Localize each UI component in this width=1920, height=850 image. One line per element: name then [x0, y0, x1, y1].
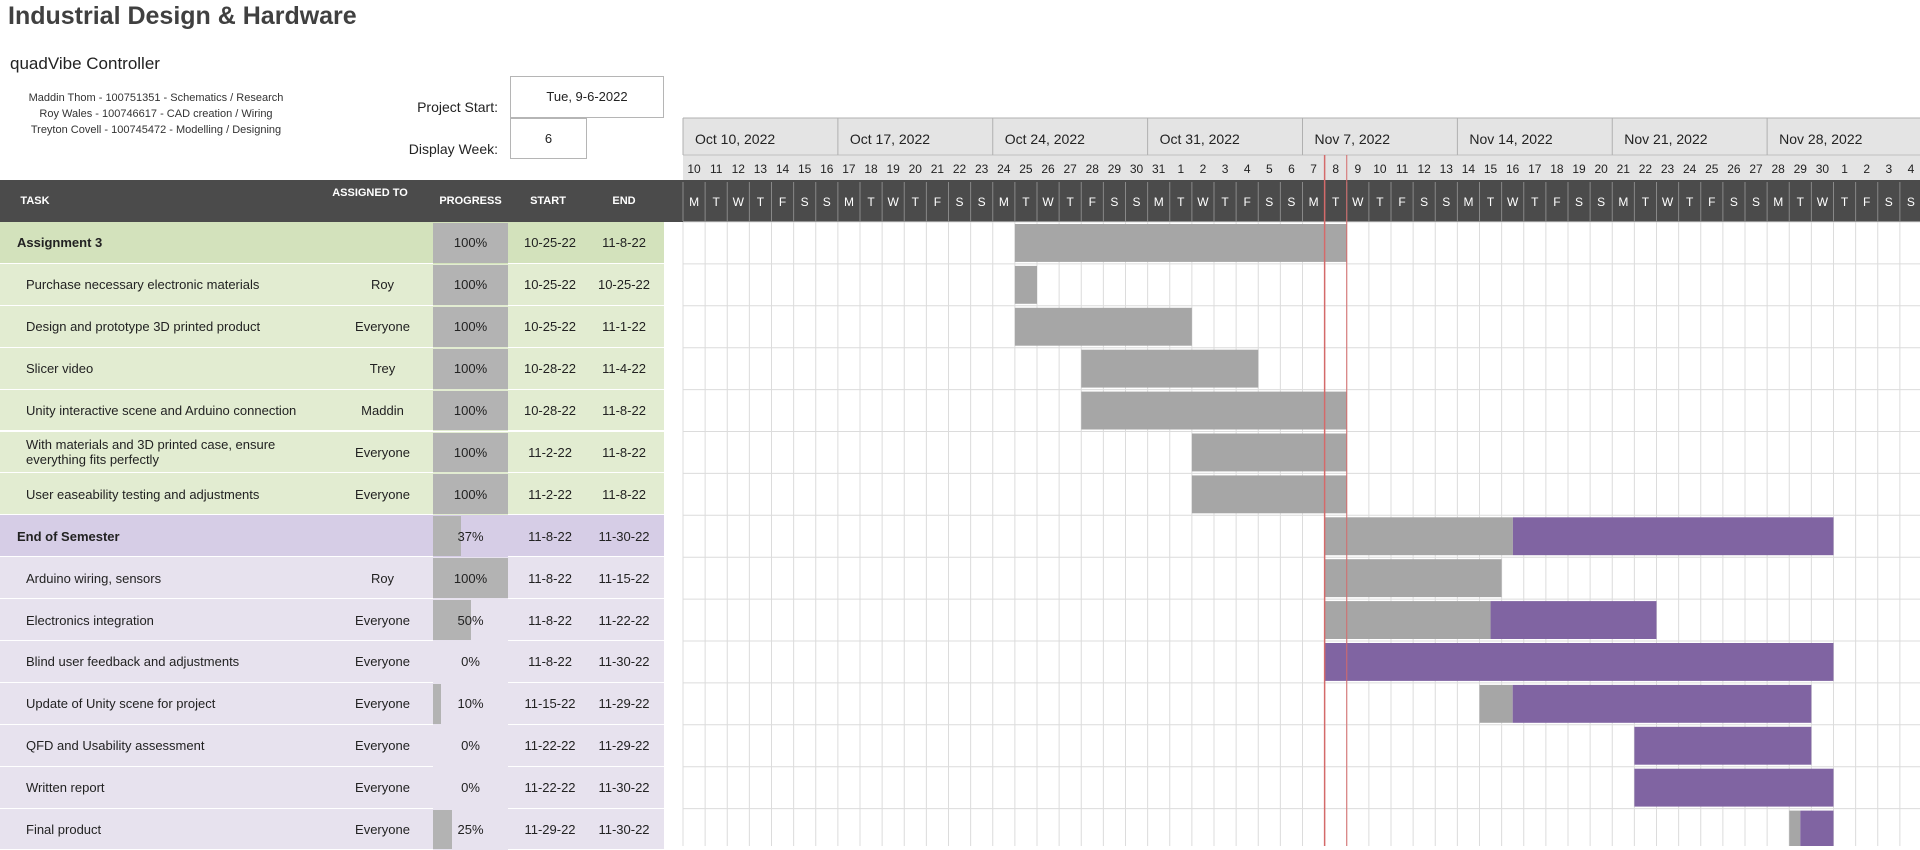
day-number: 20 — [909, 162, 923, 176]
day-number: 15 — [1484, 162, 1498, 176]
day-number: 13 — [1440, 162, 1454, 176]
day-number: 20 — [1595, 162, 1609, 176]
task-bar-completed — [1191, 475, 1347, 514]
day-number: 10 — [687, 162, 701, 176]
week-label: Nov 28, 2022 — [1779, 131, 1862, 147]
day-number: 6 — [1288, 162, 1295, 176]
progress-value: 37% — [457, 528, 484, 544]
progress-value: 100% — [453, 486, 488, 502]
progress-value: 100% — [453, 277, 488, 293]
day-number: 14 — [776, 162, 790, 176]
progress-value: 0% — [461, 780, 480, 796]
day-number: 23 — [975, 162, 989, 176]
day-number: 11 — [710, 162, 723, 176]
day-number: 16 — [820, 162, 834, 176]
week-label: Oct 17, 2022 — [850, 131, 930, 147]
day-number: 28 — [1086, 162, 1100, 176]
day-number: 9 — [1354, 162, 1361, 176]
day-number: 4 — [1244, 162, 1251, 176]
day-number: 5 — [1266, 162, 1273, 176]
day-number: 13 — [754, 162, 768, 176]
day-number: 21 — [1617, 162, 1631, 176]
day-number: 21 — [931, 162, 945, 176]
progress-value: 100% — [453, 235, 488, 251]
day-number: 31 — [1152, 162, 1166, 176]
day-number: 11 — [1396, 162, 1409, 176]
day-number: 18 — [864, 162, 878, 176]
task-bar-completed — [1191, 433, 1347, 472]
progress-value: 0% — [461, 654, 480, 670]
progress-value: 100% — [453, 319, 488, 335]
day-number: 19 — [887, 162, 901, 176]
task-bar-remaining — [1512, 684, 1812, 723]
day-number: 23 — [1661, 162, 1675, 176]
day-number: 14 — [1462, 162, 1476, 176]
task-bar-remaining — [1324, 643, 1834, 681]
progress-value: 10% — [457, 696, 484, 712]
progress-value: 100% — [453, 570, 488, 586]
day-number: 22 — [953, 162, 967, 176]
progress-value: 100% — [453, 444, 488, 460]
day-number: 12 — [1418, 162, 1432, 176]
day-number: 17 — [1528, 162, 1542, 176]
day-number: 1 — [1177, 162, 1184, 176]
day-number: 10 — [1373, 162, 1387, 176]
task-bar-remaining — [1800, 810, 1834, 846]
day-number: 12 — [732, 162, 746, 176]
day-number: 16 — [1506, 162, 1520, 176]
task-bar-completed — [1324, 517, 1513, 556]
day-number: 26 — [1041, 162, 1055, 176]
day-number: 1 — [1841, 162, 1848, 176]
day-number: 24 — [997, 162, 1011, 176]
day-number: 29 — [1794, 162, 1808, 176]
task-bar-completed — [1081, 391, 1347, 430]
day-number: 8 — [1332, 162, 1339, 176]
day-number: 24 — [1683, 162, 1697, 176]
week-label: Oct 10, 2022 — [695, 131, 775, 147]
task-bar-completed — [1014, 307, 1192, 346]
day-number: 25 — [1705, 162, 1719, 176]
gantt-chart: Oct 10, 2022 Oct 17, 2022 Oct 24, 2022 Oct … — [682, 117, 1920, 846]
day-number: 19 — [1572, 162, 1586, 176]
day-number: 3 — [1885, 162, 1892, 176]
day-number: 4 — [1908, 162, 1915, 176]
day-number: 2 — [1863, 162, 1870, 176]
task-bar-completed — [1479, 684, 1513, 723]
day-number: 25 — [1019, 162, 1033, 176]
day-number: 30 — [1816, 162, 1830, 176]
day-number: 26 — [1727, 162, 1741, 176]
progress-value: 100% — [453, 403, 488, 419]
day-number: 2 — [1200, 162, 1207, 176]
progress-value: 50% — [457, 612, 484, 628]
task-bar-completed — [1789, 810, 1801, 846]
progress-value: 0% — [461, 738, 480, 754]
day-number: 29 — [1108, 162, 1122, 176]
week-label: Nov 14, 2022 — [1469, 131, 1552, 147]
day-number: 18 — [1550, 162, 1564, 176]
task-bar-completed — [1014, 224, 1347, 262]
progress-value: 25% — [457, 822, 484, 838]
day-number: 17 — [842, 162, 856, 176]
week-label: Nov 21, 2022 — [1624, 131, 1707, 147]
day-number: 30 — [1130, 162, 1144, 176]
task-bar-remaining — [1634, 768, 1834, 807]
week-label: Oct 31, 2022 — [1160, 131, 1240, 147]
progress-value: 100% — [453, 361, 488, 377]
week-label: Nov 7, 2022 — [1315, 131, 1391, 147]
task-bar-completed — [1081, 349, 1259, 388]
day-number: 22 — [1639, 162, 1653, 176]
task-bar-remaining — [1512, 517, 1834, 556]
task-bar-completed — [1324, 601, 1491, 639]
day-number: 27 — [1749, 162, 1763, 176]
day-number: 27 — [1064, 162, 1078, 176]
day-number: 3 — [1222, 162, 1229, 176]
task-bar-completed — [1324, 559, 1502, 598]
day-number: 15 — [798, 162, 812, 176]
task-bar-completed — [1014, 265, 1037, 304]
day-number: 28 — [1772, 162, 1786, 176]
task-bar-remaining — [1490, 601, 1657, 639]
week-label: Oct 24, 2022 — [1005, 131, 1085, 147]
task-bar-remaining — [1634, 726, 1812, 765]
day-number: 7 — [1310, 162, 1317, 176]
